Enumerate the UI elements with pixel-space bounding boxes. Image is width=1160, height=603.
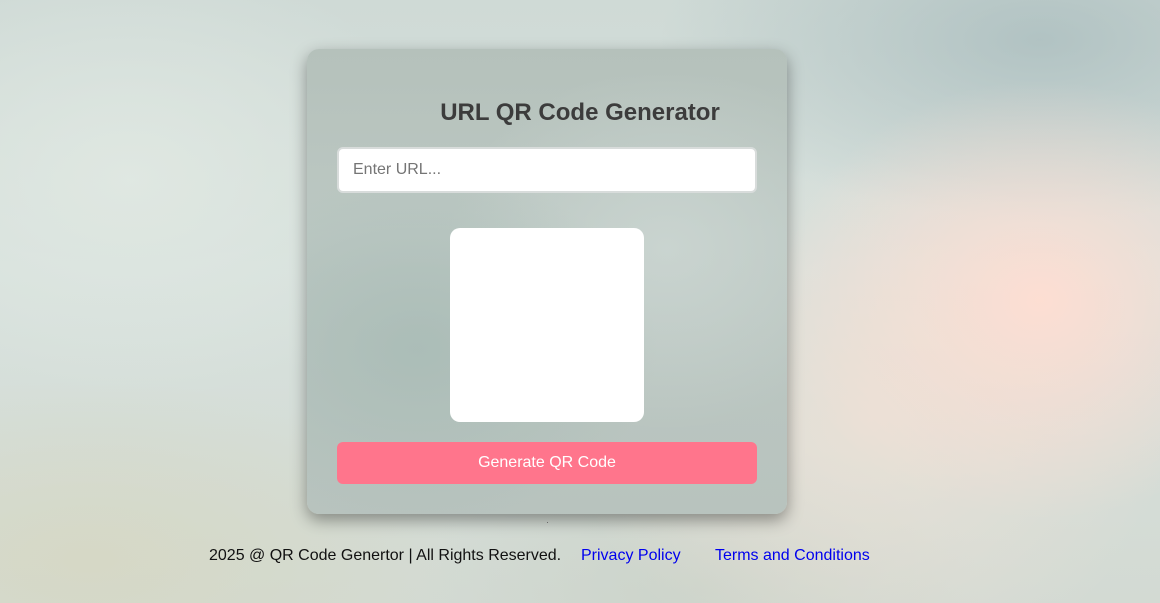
terms-conditions-link[interactable]: Terms and Conditions [715,546,870,566]
url-input[interactable] [337,147,757,193]
page-title: URL QR Code Generator [440,99,720,126]
footer: 2025 @ QR Code Genertor | All Rights Res… [0,546,1160,568]
generate-qr-button[interactable]: Generate QR Code [337,442,757,484]
privacy-policy-link[interactable]: Privacy Policy [581,546,681,566]
divider-dot [547,522,548,523]
footer-copyright: 2025 @ QR Code Genertor | All Rights Res… [209,547,562,564]
qr-code-display [450,228,644,422]
